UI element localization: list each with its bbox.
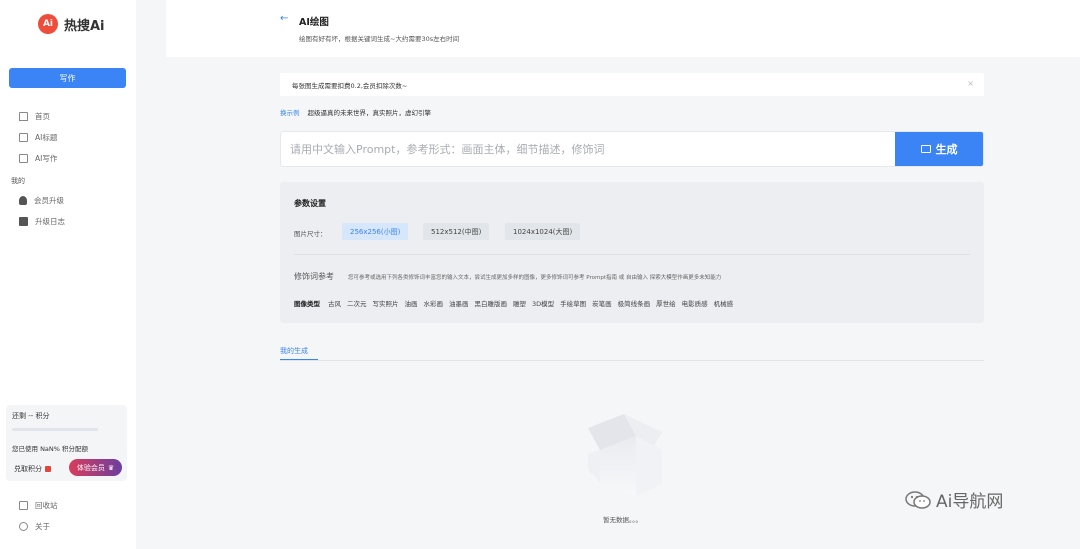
sidebar-item-membership[interactable]: 会员升级 (19, 190, 65, 211)
image-type-tag[interactable]: 3D模型 (532, 298, 554, 308)
sidebar-item-changelog[interactable]: 升级日志 (19, 211, 65, 232)
size-option-medium[interactable]: 512x512(中图) (423, 223, 490, 240)
image-type-tag[interactable]: 炭笔画 (592, 298, 612, 308)
prompt-input[interactable] (281, 132, 897, 166)
section-label-mine: 我的 (11, 177, 25, 185)
size-option-small[interactable]: 256x256(小图) (342, 223, 409, 240)
image-type-row: 图像类型 古风 二次元 写实照片 油画 水彩画 油墨画 黑白雕版画 雕塑 3D模… (294, 298, 733, 308)
close-icon[interactable]: × (967, 79, 974, 88)
image-type-tag[interactable]: 电影质感 (682, 298, 708, 308)
empty-state-text: 暂无数据。。。 (603, 516, 642, 524)
sidebar: Ai 热搜Ai 写作 首页 AI标题 AI写作 我的 会员升级 升级日志 还剩 … (0, 0, 136, 549)
active-tab-indicator (280, 359, 318, 360)
redeem-points-link[interactable]: 兑取积分 (14, 464, 51, 474)
page-header (166, 0, 1080, 57)
change-example-link[interactable]: 换示例 (280, 107, 300, 117)
trial-membership-button[interactable]: 体验会员 ♛ (69, 459, 122, 476)
sidebar-item-label: 回收站 (35, 501, 58, 510)
prompt-box: 生成 (280, 131, 984, 167)
modifier-description: 您可参考或选用下列各类修饰词丰富您的输入文本，尝试生成更加多样的图像，更多修饰词… (348, 275, 722, 281)
edit-icon (19, 154, 28, 163)
brand-logo[interactable]: Ai 热搜Ai (38, 14, 105, 34)
sidebar-item-label: 升级日志 (35, 217, 65, 226)
example-row: 换示例 超级逼真的未来世界，真实照片，虚幻引擎 (280, 107, 431, 117)
trash-icon (19, 501, 28, 510)
sidebar-item-label: AI写作 (35, 154, 58, 163)
back-arrow-icon[interactable]: ← (280, 13, 288, 24)
trial-label: 体验会员 (76, 463, 105, 472)
image-type-tag[interactable]: 油画 (405, 298, 418, 308)
sidebar-item-home[interactable]: 首页 (19, 106, 57, 127)
cost-notice: 每张图生成需要扣费0.2,会员扣除次数~ × (280, 73, 984, 96)
sidebar-item-label: 首页 (35, 112, 50, 121)
account-nav: 会员升级 升级日志 (19, 190, 65, 232)
info-icon (19, 522, 28, 531)
gift-icon (45, 466, 51, 472)
wechat-icon (905, 490, 931, 509)
size-label: 图片尺寸： (294, 230, 327, 238)
params-title: 参数设置 (294, 199, 326, 208)
redeem-label: 兑取积分 (14, 465, 42, 473)
generate-label: 生成 (935, 143, 958, 156)
watermark: Ai导航网 (905, 487, 1003, 512)
example-text[interactable]: 超级逼真的未来世界，真实照片，虚幻引擎 (308, 107, 432, 117)
image-type-tag[interactable]: 水彩画 (424, 298, 444, 308)
page-subtitle: 绘图有好有坏，根据关键词生成~大约需要30s左右时间 (299, 35, 460, 43)
tab-bar-line (280, 360, 984, 361)
doc-icon (19, 133, 28, 142)
image-type-tag[interactable]: 机械感 (714, 298, 734, 308)
footer-nav: 回收站 关于 (19, 495, 58, 537)
watermark-text: Ai导航网 (936, 492, 1004, 512)
generate-button[interactable]: 生成 (895, 132, 983, 166)
modifier-title: 修饰词参考 (294, 272, 334, 281)
image-type-tag[interactable]: 黑白雕版画 (475, 298, 508, 308)
sidebar-item-about[interactable]: 关于 (19, 516, 58, 537)
image-type-tag[interactable]: 极简线条画 (618, 298, 651, 308)
sidebar-item-ai-title[interactable]: AI标题 (19, 127, 57, 148)
image-type-tag[interactable]: 手绘草图 (560, 298, 586, 308)
notice-text: 每张图生成需要扣费0.2,会员扣除次数~ (292, 82, 408, 90)
user-icon (19, 196, 27, 205)
empty-box-illustration (588, 414, 662, 496)
points-card: 还剩 -- 积分 您已使用 NaN% 积分配额 兑取积分 体验会员 ♛ (6, 405, 127, 481)
image-type-label: 图像类型 (294, 300, 320, 308)
image-icon (920, 145, 931, 153)
write-button[interactable]: 写作 (9, 68, 126, 88)
tab-my-generations[interactable]: 我的生成 (280, 346, 308, 356)
main-nav: 首页 AI标题 AI写作 (19, 106, 57, 169)
divider (294, 254, 970, 255)
page-title: AI绘图 (299, 17, 329, 28)
sidebar-item-label: 会员升级 (34, 196, 64, 205)
sidebar-item-label: AI标题 (35, 133, 58, 142)
sidebar-item-ai-writing[interactable]: AI写作 (19, 148, 57, 169)
sidebar-item-trash[interactable]: 回收站 (19, 495, 58, 516)
logo-mark: Ai (38, 14, 58, 34)
log-icon (19, 217, 28, 226)
points-usage-note: 您已使用 NaN% 积分配额 (12, 445, 89, 453)
image-type-tag[interactable]: 油墨画 (449, 298, 469, 308)
image-type-tag[interactable]: 二次元 (347, 298, 367, 308)
image-type-tag[interactable]: 雕塑 (513, 298, 526, 308)
home-icon (19, 112, 28, 121)
points-progress-bar (12, 428, 98, 431)
image-type-tag[interactable]: 写实照片 (373, 298, 399, 308)
image-type-tag[interactable]: 古风 (328, 298, 341, 308)
sidebar-item-label: 关于 (35, 522, 50, 531)
crown-icon: ♛ (107, 463, 115, 472)
size-option-large[interactable]: 1024x1024(大图) (505, 223, 581, 240)
image-type-tag[interactable]: 厚世绘 (656, 298, 676, 308)
brand-name: 热搜Ai (64, 18, 105, 34)
params-panel: 参数设置 图片尺寸： 256x256(小图) 512x512(中图) 1024x… (280, 182, 984, 323)
points-remaining: 还剩 -- 积分 (12, 412, 50, 420)
